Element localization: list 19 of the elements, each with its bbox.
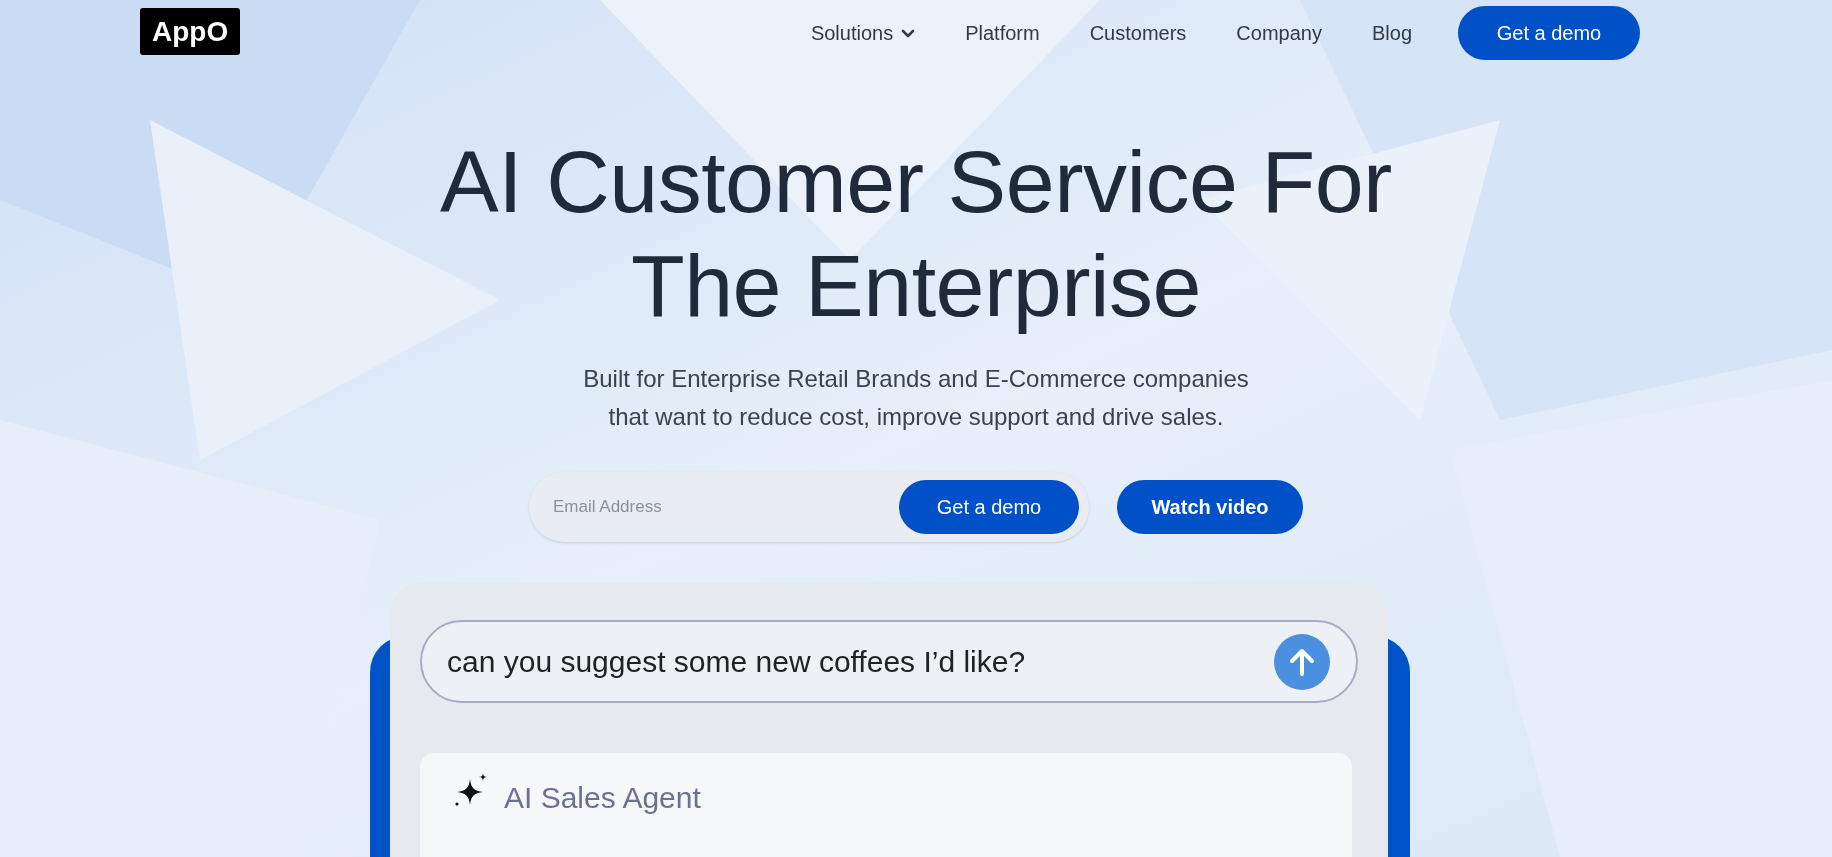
hero-subtitle: that want to reduce cost, improve support and drive sales.: [608, 402, 1224, 432]
chevron-down-icon: [901, 28, 916, 38]
hero-subtitle: Built for Enterprise Retail Brands and E-Commerce companies: [583, 364, 1249, 394]
get-demo-button[interactable]: Get a demo: [899, 480, 1079, 534]
chat-question: can you suggest some new coffees I’d like?: [447, 644, 1026, 680]
hero-heading: The Enterprise: [630, 235, 1202, 337]
email-field[interactable]: Email Address: [553, 494, 899, 520]
agent-label: AI Sales Agent: [504, 780, 701, 816]
nav-link[interactable]: Customers: [1089, 18, 1187, 48]
arrow-up-icon: [1289, 647, 1315, 676]
nav-link[interactable]: Blog: [1371, 18, 1412, 48]
chat-input[interactable]: can you suggest some new coffees I’d like?: [420, 620, 1358, 703]
hero-heading: AI Customer Service For: [440, 131, 1392, 233]
nav-dropdown[interactable]: Solutions: [810, 18, 916, 48]
watch-video-button[interactable]: Watch video: [1117, 480, 1303, 534]
logo[interactable]: AppO: [140, 8, 241, 55]
nav-link[interactable]: Company: [1236, 18, 1322, 48]
nav-link[interactable]: Platform: [965, 18, 1040, 48]
get-demo-button[interactable]: Get a demo: [1458, 6, 1640, 60]
